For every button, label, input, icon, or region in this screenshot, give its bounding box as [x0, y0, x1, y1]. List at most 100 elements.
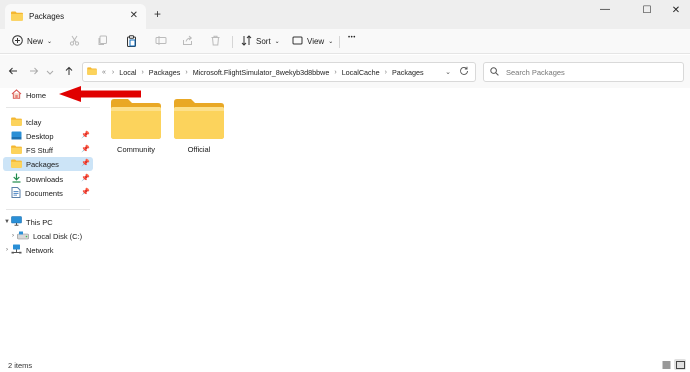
sidebar-item-label: Local Disk (C:): [33, 231, 83, 241]
paste-button[interactable]: [126, 35, 137, 49]
sidebar-item-label: Home: [26, 90, 47, 100]
sidebar-item-label: Downloads: [26, 174, 64, 184]
pin-icon[interactable]: 📌: [81, 131, 90, 139]
sidebar-item-desktop[interactable]: Desktop 📌: [3, 129, 93, 143]
toolbar-separator: [232, 36, 233, 48]
command-bar: New ⌄ Sort ⌄ View ⌄ •••: [0, 29, 690, 54]
folder-icon: [11, 11, 23, 23]
download-icon: [11, 173, 22, 185]
folder-icon: [173, 98, 225, 142]
chevron-down-icon: ⌄: [274, 39, 280, 45]
status-bar: 2 items: [0, 356, 690, 372]
maximize-button[interactable]: ☐: [637, 5, 657, 16]
sidebar-item-label: This PC: [26, 217, 53, 227]
sidebar-item-fs-stuff[interactable]: FS Stuff 📌: [3, 143, 93, 157]
computer-icon: [11, 216, 22, 228]
clipboard-icon: [126, 35, 137, 49]
sidebar-item-tclay[interactable]: tclay: [3, 115, 93, 129]
more-options-button[interactable]: •••: [348, 35, 356, 41]
chevron-down-icon[interactable]: ▼: [3, 219, 11, 225]
view-button[interactable]: View ⌄: [292, 35, 333, 48]
toolbar-separator: [339, 36, 340, 48]
large-icons-view-icon[interactable]: [674, 359, 686, 370]
tab-packages[interactable]: Packages ✕: [5, 4, 146, 29]
forward-arrow-icon[interactable]: [29, 66, 39, 79]
sidebar-item-local-disk[interactable]: › Local Disk (C:): [9, 229, 99, 243]
copy-button[interactable]: [97, 35, 108, 48]
breadcrumb-item[interactable]: Packages: [392, 68, 424, 77]
sidebar-item-documents[interactable]: Documents 📌: [3, 186, 93, 200]
share-button[interactable]: [182, 35, 193, 48]
search-input[interactable]: [506, 67, 676, 77]
drive-icon: [17, 231, 29, 242]
sidebar-divider: [6, 209, 90, 210]
folder-icon: [11, 144, 22, 156]
search-box[interactable]: [483, 62, 684, 82]
minimize-button[interactable]: —: [595, 4, 615, 15]
chevron-down-icon: ⌄: [328, 39, 334, 45]
desktop-icon: [11, 131, 22, 142]
address-bar[interactable]: « › Local › Packages › Microsoft.FlightS…: [82, 62, 476, 82]
breadcrumb-item[interactable]: Packages: [149, 68, 181, 77]
rename-icon: [155, 35, 167, 48]
folder-icon: [11, 158, 22, 170]
chevron-right-icon: ›: [185, 68, 188, 76]
chevron-right-icon: ›: [384, 68, 387, 76]
sort-button[interactable]: Sort ⌄: [241, 35, 280, 48]
item-count: 2 items: [8, 361, 33, 370]
recent-locations-chevron-icon[interactable]: [46, 68, 54, 79]
sidebar-item-packages[interactable]: Packages 📌: [3, 157, 93, 171]
folder-item-official[interactable]: Official: [168, 98, 230, 170]
rename-button[interactable]: [155, 35, 167, 48]
sidebar-item-this-pc[interactable]: ▼ This PC: [3, 215, 93, 229]
sidebar-divider: [6, 107, 90, 108]
close-tab-icon[interactable]: ✕: [130, 10, 138, 21]
scissors-icon: [69, 35, 80, 48]
pin-icon[interactable]: 📌: [81, 159, 90, 167]
new-tab-button[interactable]: +: [154, 7, 161, 21]
sidebar-item-label: Packages: [26, 159, 59, 169]
refresh-icon[interactable]: [459, 66, 469, 79]
folder-name: Community: [117, 145, 155, 154]
breadcrumb-item[interactable]: Local: [119, 68, 136, 77]
sort-icon: [241, 35, 252, 48]
home-icon: [11, 89, 22, 101]
sidebar-item-label: Documents: [25, 188, 63, 198]
back-arrow-icon[interactable]: [8, 66, 18, 79]
sidebar-item-label: tclay: [26, 117, 42, 127]
pin-icon[interactable]: 📌: [81, 188, 90, 196]
folder-item-community[interactable]: Community: [105, 98, 167, 170]
breadcrumb-item[interactable]: Microsoft.FlightSimulator_8wekyb3d8bbwe: [193, 68, 330, 77]
details-view-icon[interactable]: [660, 359, 672, 370]
up-arrow-icon[interactable]: [64, 66, 74, 79]
breadcrumb-overflow[interactable]: «: [102, 69, 106, 76]
sort-button-label: Sort: [256, 37, 271, 46]
pin-icon[interactable]: 📌: [81, 174, 90, 182]
delete-button[interactable]: [210, 35, 221, 48]
close-window-button[interactable]: ✕: [666, 5, 686, 16]
chevron-right-icon[interactable]: ›: [9, 233, 17, 239]
chevron-down-icon: ⌄: [47, 39, 53, 45]
sidebar-item-label: FS Stuff: [26, 145, 53, 155]
chevron-right-icon: ›: [141, 68, 144, 76]
document-icon: [11, 186, 21, 200]
sidebar-item-network[interactable]: › Network: [3, 243, 93, 257]
search-icon: [490, 66, 499, 78]
chevron-right-icon: ›: [111, 68, 115, 76]
breadcrumb-item[interactable]: LocalCache: [342, 68, 380, 77]
folder-icon: [87, 67, 97, 77]
navigation-pane: Home tclay Desktop 📌 FS Stuff 📌 Packages…: [0, 88, 96, 356]
chevron-right-icon[interactable]: ›: [3, 247, 11, 253]
cut-button[interactable]: [69, 35, 80, 48]
share-icon: [182, 35, 193, 48]
folder-icon: [11, 116, 22, 128]
sidebar-item-label: Network: [26, 245, 54, 255]
network-icon: [11, 244, 22, 256]
sidebar-item-downloads[interactable]: Downloads 📌: [3, 172, 93, 186]
address-history-chevron-icon[interactable]: ⌄: [445, 68, 451, 76]
pin-icon[interactable]: 📌: [81, 145, 90, 153]
red-arrow-annotation: [57, 84, 143, 106]
plus-circle-icon: [12, 35, 23, 48]
new-button[interactable]: New ⌄: [12, 35, 52, 48]
new-button-label: New: [27, 37, 44, 46]
